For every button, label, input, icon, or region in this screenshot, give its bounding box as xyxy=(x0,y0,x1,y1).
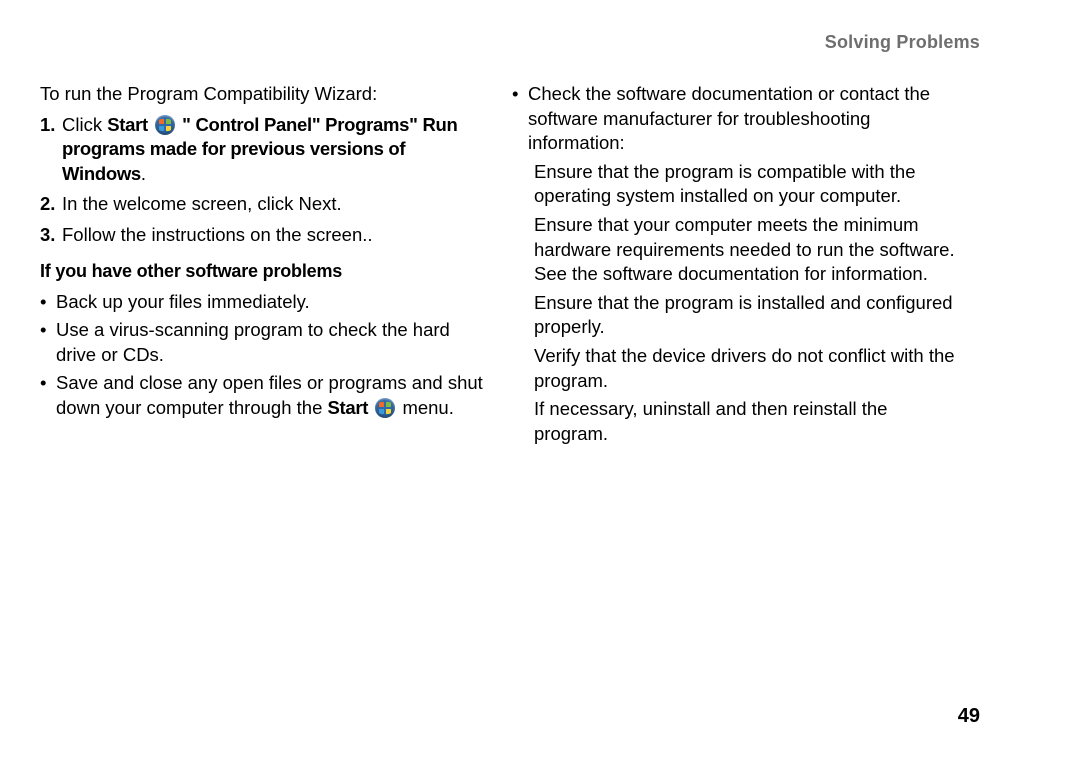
list-item: Back up your files immediately. xyxy=(40,290,484,315)
bullet-icon xyxy=(512,82,528,156)
control-panel-label: Control Panel xyxy=(195,114,311,135)
step-body: In the welcome screen, click Next. xyxy=(62,192,484,217)
left-column: To run the Program Compatibility Wizard:… xyxy=(40,82,484,450)
step-1: 1. Click Start " Control Panel" Programs… xyxy=(40,113,484,187)
bullet-icon xyxy=(40,371,56,420)
bullet-icon xyxy=(40,290,56,315)
right-bullet-list: Check the software documentation or cont… xyxy=(512,82,960,156)
step-number: 2. xyxy=(40,192,62,217)
period: . xyxy=(141,163,146,184)
subheading-other-problems: If you have other software problems xyxy=(40,260,484,284)
step-number: 1. xyxy=(40,113,62,187)
arrow-sep: " xyxy=(409,114,422,135)
sub-point: Ensure that the program is installed and… xyxy=(534,291,960,340)
manual-page: Solving Problems To run the Program Comp… xyxy=(0,0,1080,766)
sub-point: If necessary, uninstall and then reinsta… xyxy=(534,397,960,446)
sub-point: Ensure that the program is compatible wi… xyxy=(534,160,960,209)
step-body: Click Start " Control Panel" Programs" R… xyxy=(62,113,484,187)
step-number: 3. xyxy=(40,223,62,248)
bullet-text: Use a virus-scanning program to check th… xyxy=(56,318,484,367)
bullet-suffix: menu. xyxy=(402,397,453,418)
list-item: Check the software documentation or cont… xyxy=(512,82,960,156)
list-item: Save and close any open files or program… xyxy=(40,371,484,420)
right-column: Check the software documentation or cont… xyxy=(512,82,960,450)
programs-label: Programs xyxy=(325,114,409,135)
wizard-steps: 1. Click Start " Control Panel" Programs… xyxy=(40,113,484,248)
arrow-sep: " xyxy=(182,114,195,135)
bullet-icon xyxy=(40,318,56,367)
windows-start-orb-icon xyxy=(375,398,395,418)
start-label: Start xyxy=(107,114,148,135)
list-item: Use a virus-scanning program to check th… xyxy=(40,318,484,367)
sub-point: Verify that the device drivers do not co… xyxy=(534,344,960,393)
bullet-text: Check the software documentation or cont… xyxy=(528,82,960,156)
intro-paragraph: To run the Program Compatibility Wizard: xyxy=(40,82,484,107)
step-text: Click xyxy=(62,114,107,135)
step-body: Follow the instructions on the screen.. xyxy=(62,223,484,248)
content-columns: To run the Program Compatibility Wizard:… xyxy=(40,82,1040,450)
step-2: 2. In the welcome screen, click Next. xyxy=(40,192,484,217)
step-3: 3. Follow the instructions on the screen… xyxy=(40,223,484,248)
left-bullet-list: Back up your files immediately. Use a vi… xyxy=(40,290,484,421)
bullet-text: Back up your files immediately. xyxy=(56,290,484,315)
sub-point: Ensure that your computer meets the mini… xyxy=(534,213,960,287)
bullet-text: Save and close any open files or program… xyxy=(56,371,484,420)
arrow-sep: " xyxy=(312,114,325,135)
chapter-header: Solving Problems xyxy=(825,32,980,53)
windows-start-orb-icon xyxy=(155,115,175,135)
page-number: 49 xyxy=(958,705,980,728)
start-label: Start xyxy=(328,397,369,418)
